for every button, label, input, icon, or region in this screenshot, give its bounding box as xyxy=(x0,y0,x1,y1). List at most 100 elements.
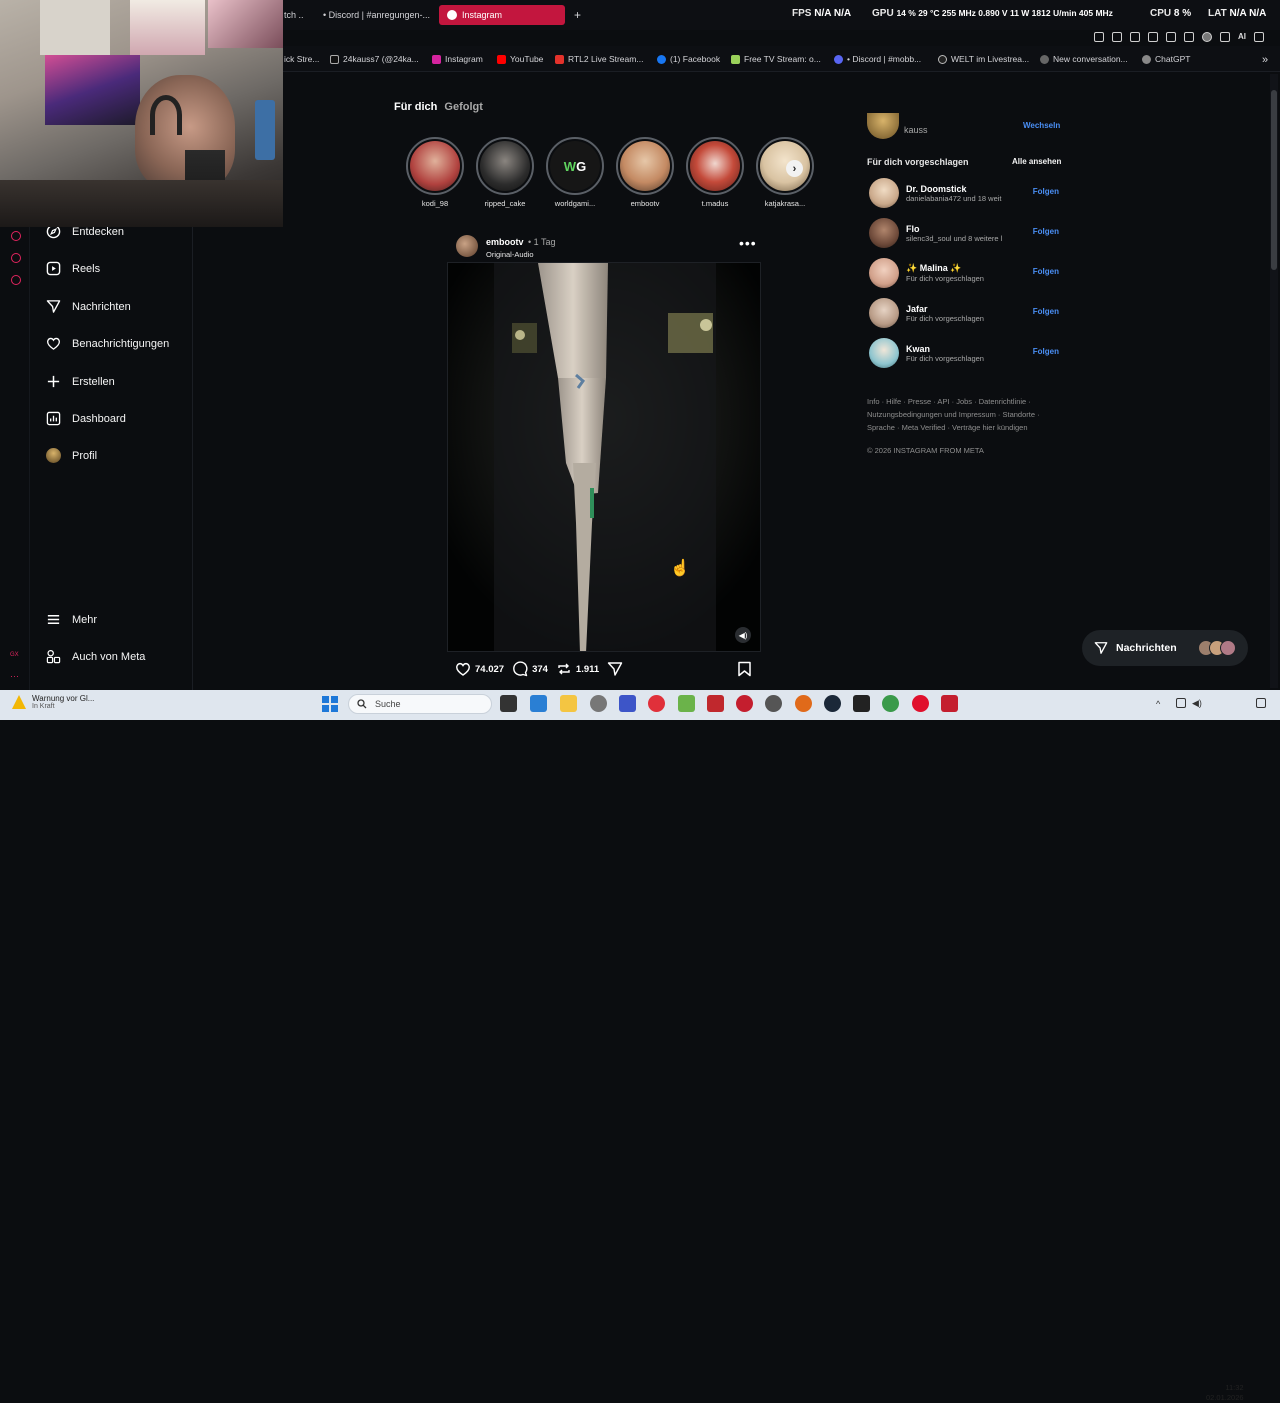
suggestion-name[interactable]: Kwan xyxy=(906,344,1028,354)
bookmark-item[interactable]: WELT im Livestrea... xyxy=(938,54,1029,64)
see-all-link[interactable]: Alle ansehen xyxy=(1012,157,1061,166)
circle-app-icon[interactable] xyxy=(765,695,782,712)
history-icon[interactable] xyxy=(11,231,21,241)
bookmark-item[interactable]: New conversation... xyxy=(1040,54,1128,64)
browser-tab-instagram[interactable]: Instagram xyxy=(439,5,565,25)
tab-following[interactable]: Gefolgt xyxy=(444,101,483,113)
nav-reels[interactable]: Reels xyxy=(46,261,100,276)
story-item[interactable]: embootv xyxy=(610,137,680,208)
story-item[interactable]: t.madus xyxy=(680,137,750,208)
story-item[interactable]: ripped_cake xyxy=(470,137,540,208)
suggestion-avatar[interactable] xyxy=(869,218,899,248)
post-video[interactable] xyxy=(447,262,761,652)
bookmarks-overflow-icon[interactable]: » xyxy=(1262,54,1268,66)
messages-pill[interactable]: Nachrichten xyxy=(1082,630,1248,666)
ai-icon[interactable]: AI xyxy=(1238,32,1246,42)
tray-chevron-icon[interactable]: ^ xyxy=(1156,699,1160,709)
task-view-icon[interactable] xyxy=(500,695,517,712)
nav-messages[interactable]: Nachrichten xyxy=(46,299,131,314)
follow-button[interactable]: Folgen xyxy=(1033,347,1059,356)
post-audio[interactable]: Original-Audio xyxy=(486,250,555,259)
firefox-icon[interactable] xyxy=(795,695,812,712)
story-item[interactable]: kodi_98 xyxy=(400,137,470,208)
save-action[interactable] xyxy=(737,661,752,682)
settings-icon[interactable] xyxy=(11,275,21,285)
messenger-icon[interactable] xyxy=(11,253,21,263)
suggestion-name[interactable]: Dr. Doomstick xyxy=(906,184,1028,194)
suggestion-avatar[interactable] xyxy=(869,338,899,368)
network-icon[interactable] xyxy=(1176,698,1186,708)
new-tab-button[interactable]: + xyxy=(566,5,584,25)
volume-icon[interactable]: ◀) xyxy=(1192,698,1202,709)
weather-warning[interactable]: Warnung vor Gl... In Kraft xyxy=(12,694,94,710)
post-avatar[interactable] xyxy=(456,234,478,257)
like-action[interactable]: 74.027 xyxy=(455,661,504,677)
opera-red-icon[interactable] xyxy=(648,695,665,712)
share-action[interactable] xyxy=(607,661,623,677)
cube-icon[interactable] xyxy=(1184,32,1194,42)
media-app-icon[interactable] xyxy=(707,695,724,712)
nav-more[interactable]: Mehr xyxy=(46,612,97,627)
download-icon[interactable] xyxy=(1220,32,1230,42)
suggestion-avatar[interactable] xyxy=(869,178,899,208)
follow-button[interactable]: Folgen xyxy=(1033,307,1059,316)
profile-icon[interactable] xyxy=(1202,32,1212,42)
suggestion-name[interactable]: Jafar xyxy=(906,304,1028,314)
play-icon[interactable] xyxy=(1148,32,1158,42)
steam-icon[interactable] xyxy=(824,695,841,712)
scrollbar-thumb[interactable] xyxy=(1271,90,1277,270)
heart-icon[interactable] xyxy=(1166,32,1176,42)
taskbar-search[interactable]: Suche xyxy=(348,694,492,714)
bookmark-item[interactable]: RTL2 Live Stream... xyxy=(555,54,643,64)
shield-icon[interactable] xyxy=(1130,32,1140,42)
calculator-icon[interactable] xyxy=(530,695,547,712)
bookmark-item[interactable]: (1) Facebook xyxy=(657,54,720,64)
footer-links[interactable]: Info · Hilfe · Presse · API · Jobs · Dat… xyxy=(867,395,1067,434)
account-avatar[interactable] xyxy=(867,113,899,139)
notification-icon[interactable] xyxy=(1256,698,1266,708)
pin-icon[interactable] xyxy=(1094,32,1104,42)
repost-action[interactable]: 1.911 xyxy=(556,661,599,677)
opera-gx-icon[interactable] xyxy=(912,695,929,712)
suggestion-avatar[interactable] xyxy=(869,298,899,328)
stories-next-button[interactable]: › xyxy=(786,160,803,177)
bookmark-item[interactable]: Free TV Stream: o... xyxy=(731,54,821,64)
story-item[interactable]: WG worldgami... xyxy=(540,137,610,208)
chrome-icon[interactable] xyxy=(882,695,899,712)
follow-button[interactable]: Folgen xyxy=(1033,267,1059,276)
screenshot-icon[interactable] xyxy=(1112,32,1122,42)
tab-for-you[interactable]: Für dich xyxy=(394,101,437,113)
switch-account-link[interactable]: Wechseln xyxy=(1023,121,1060,130)
nav-also-from-meta[interactable]: Auch von Meta xyxy=(46,649,145,664)
bookmark-item[interactable]: ChatGPT xyxy=(1142,54,1190,64)
post-more-icon[interactable]: ••• xyxy=(739,235,757,251)
post-username[interactable]: embootv xyxy=(486,237,524,247)
suggestion-name[interactable]: Flo xyxy=(906,224,1028,234)
more-dots-icon[interactable]: ··· xyxy=(10,671,19,681)
stream-app-icon[interactable] xyxy=(941,695,958,712)
story-item[interactable]: katjakrasa... xyxy=(750,137,820,208)
follow-button[interactable]: Folgen xyxy=(1033,187,1059,196)
v-app-icon[interactable] xyxy=(619,695,636,712)
nav-create[interactable]: Erstellen xyxy=(46,374,115,389)
nav-notifications[interactable]: Benachrichtigungen xyxy=(46,336,169,351)
bookmark-item[interactable]: • Discord | #mobb... xyxy=(834,54,921,64)
system-clock[interactable]: 11:32 02.01.2026 xyxy=(1206,1383,1244,1403)
suggestion-name[interactable]: ✨ Malina ✨ xyxy=(906,263,1028,274)
comment-action[interactable]: 374 xyxy=(512,661,548,677)
nav-dashboard[interactable]: Dashboard xyxy=(46,411,126,426)
file-explorer-icon[interactable] xyxy=(560,695,577,712)
follow-button[interactable]: Folgen xyxy=(1033,227,1059,236)
bookmark-item[interactable]: Instagram xyxy=(432,54,483,64)
windows-start-icon[interactable] xyxy=(322,696,338,712)
browser-tab-discord[interactable]: • Discord | #anregungen-... xyxy=(310,5,434,25)
epic-games-icon[interactable] xyxy=(853,695,870,712)
bookmark-item[interactable]: 24kauss7 (@24ka... xyxy=(330,54,419,64)
bookmark-item[interactable]: YouTube xyxy=(497,54,543,64)
android-app-icon[interactable] xyxy=(678,695,695,712)
mute-icon[interactable]: ◀) xyxy=(735,627,751,643)
record-app-icon[interactable] xyxy=(736,695,753,712)
suggestion-avatar[interactable] xyxy=(869,258,899,288)
mouse-app-icon[interactable] xyxy=(590,695,607,712)
nav-profile[interactable]: Profil xyxy=(46,448,97,463)
